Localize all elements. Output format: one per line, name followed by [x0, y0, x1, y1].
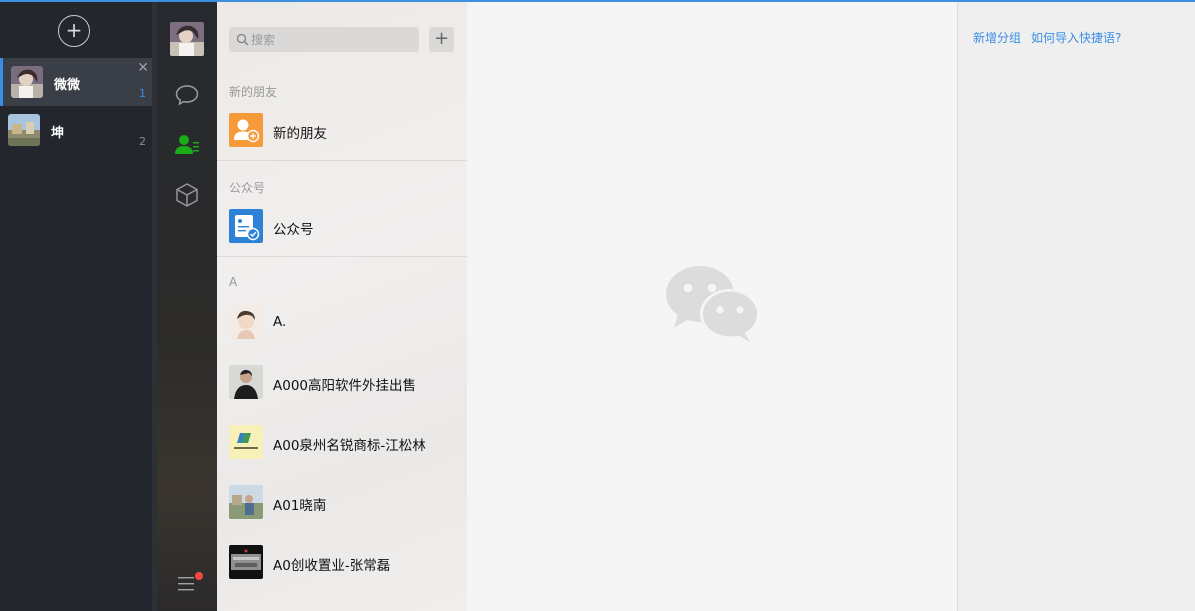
avatar — [11, 66, 43, 98]
contact-name: 新的朋友 — [273, 126, 327, 142]
close-icon[interactable]: ✕ — [137, 60, 149, 76]
contact-list-panel: + 新的朋友 新的朋友 公众号 公众号 A — [217, 2, 467, 611]
account-name: 微微 — [54, 78, 81, 93]
avatar — [229, 425, 263, 459]
cube-icon[interactable] — [173, 181, 201, 209]
avatar — [229, 365, 263, 399]
official-account-icon — [229, 209, 263, 243]
search-icon — [236, 33, 249, 46]
wechat-nav-bar — [157, 2, 217, 611]
section-header: 公众号 — [229, 181, 266, 195]
my-avatar[interactable] — [170, 22, 204, 56]
section-divider — [217, 256, 467, 257]
contact-row-official-accounts[interactable]: 公众号 — [217, 198, 467, 254]
search-box[interactable] — [229, 27, 419, 52]
contact-name: A. — [273, 314, 287, 330]
contact-row-new-friends[interactable]: 新的朋友 — [217, 102, 467, 158]
unread-count: 2 — [139, 135, 146, 148]
contact-name: A00泉州名锐商标-江松林 — [273, 438, 426, 454]
add-contact-button[interactable]: + — [429, 27, 454, 52]
new-friend-icon — [229, 113, 263, 147]
account-sidebar: + 微微 ✕ 1 坤 2 — [0, 2, 152, 611]
chat-area — [467, 2, 957, 611]
chat-bubble-icon[interactable] — [173, 81, 201, 109]
contact-name: A0创收置业-张常磊 — [273, 558, 391, 574]
avatar — [229, 305, 263, 339]
add-group-link[interactable]: 新增分组 — [973, 29, 1021, 46]
add-account-button[interactable]: + — [58, 15, 90, 47]
account-name: 坤 — [51, 126, 65, 141]
avatar — [8, 114, 40, 146]
search-input[interactable] — [251, 27, 416, 52]
avatar — [229, 545, 263, 579]
unread-count: 1 — [139, 87, 146, 100]
account-item-weiwei[interactable]: 微微 ✕ 1 — [0, 58, 152, 106]
section-header: 新的朋友 — [229, 85, 278, 99]
contact-name: A01晓南 — [273, 498, 327, 514]
window-top-accent-line — [0, 0, 1195, 2]
section-header: A — [229, 275, 238, 289]
contact-row[interactable]: A. — [217, 294, 467, 350]
contacts-icon[interactable] — [173, 131, 201, 159]
contact-name: 公众号 — [273, 222, 314, 238]
notification-dot — [195, 572, 203, 580]
contact-row[interactable]: A00泉州名锐商标-江松林 — [217, 414, 467, 470]
avatar — [229, 485, 263, 519]
quick-reply-panel: 新增分组 如何导入快捷语? — [957, 2, 1195, 611]
contact-row[interactable]: A0创收置业-张常磊 — [217, 534, 467, 590]
section-divider — [217, 160, 467, 161]
contact-name: A000高阳软件外挂出售 — [273, 378, 417, 394]
contact-row[interactable]: A000高阳软件外挂出售 — [217, 354, 467, 410]
wechat-logo-icon — [666, 266, 760, 342]
account-item-kun[interactable]: 坤 2 — [0, 106, 152, 154]
contact-row[interactable]: A01晓南 — [217, 474, 467, 530]
import-quick-reply-link[interactable]: 如何导入快捷语? — [1031, 29, 1121, 46]
